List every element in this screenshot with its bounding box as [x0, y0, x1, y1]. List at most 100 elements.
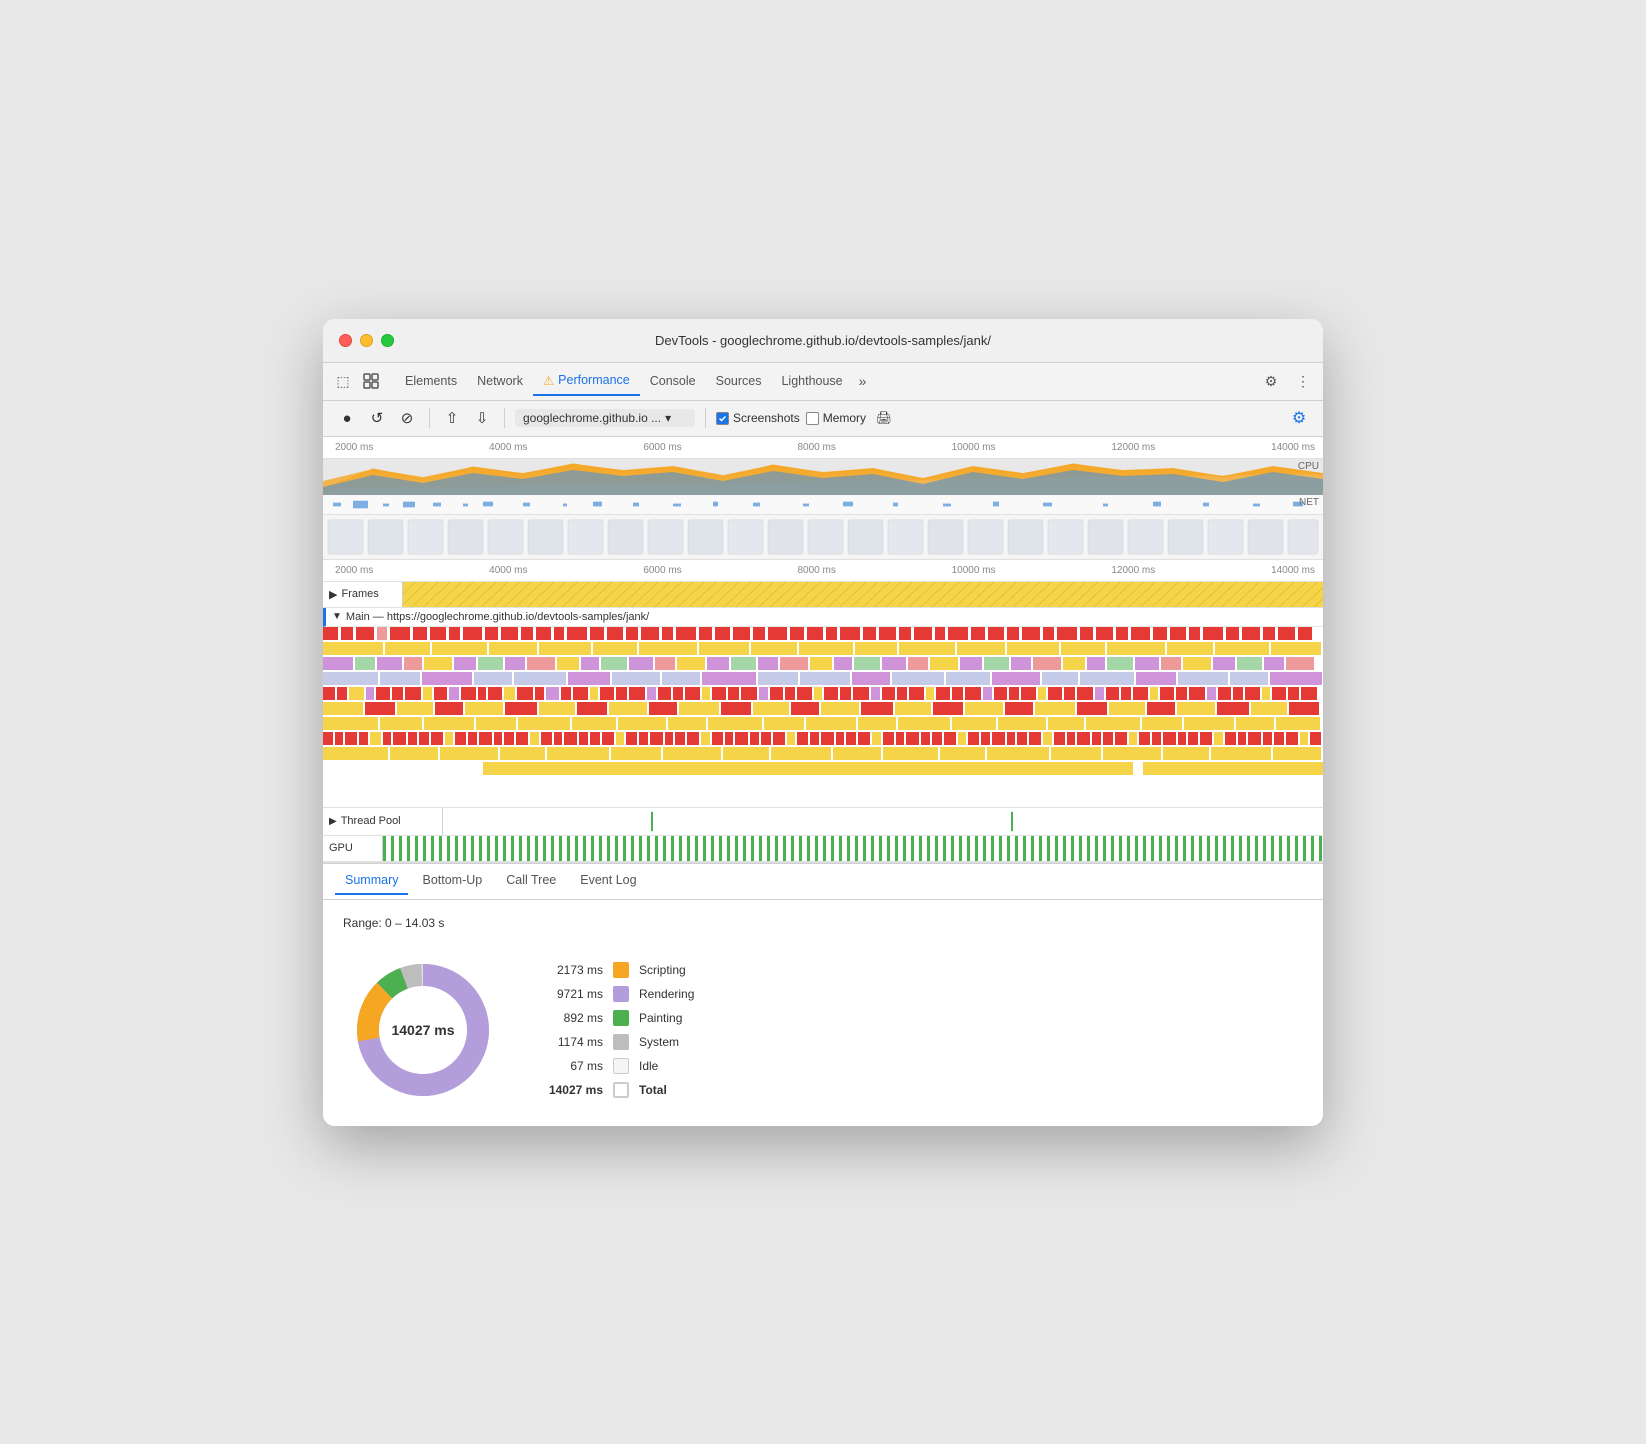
settings-icon[interactable]: ⚙ — [1259, 369, 1283, 393]
refresh-record-button[interactable]: ↺ — [365, 406, 389, 430]
total-label: Total — [639, 1083, 667, 1097]
legend: 2173 ms Scripting 9721 ms Rendering 892 … — [543, 962, 694, 1098]
gpu-row: GPU — [323, 836, 1323, 862]
tab-lighthouse[interactable]: Lighthouse — [771, 368, 852, 394]
range-display: Range: 0 – 14.03 s — [343, 916, 1303, 930]
flame-chart — [323, 627, 1323, 802]
titlebar: DevTools - googlechrome.github.io/devtoo… — [323, 319, 1323, 363]
upload-button[interactable]: ⇧ — [440, 406, 464, 430]
screenshots-area — [323, 515, 1323, 560]
scripting-swatch — [613, 962, 629, 978]
main-track: ▼ Main — https://googlechrome.github.io/… — [323, 608, 1323, 808]
devtools-window: DevTools - googlechrome.github.io/devtoo… — [323, 319, 1323, 1126]
cursor-tool-icon[interactable]: ⬚ — [331, 369, 355, 393]
performance-settings-icon[interactable]: ⚙ — [1287, 406, 1311, 430]
summary-content: Range: 0 – 14.03 s — [323, 900, 1323, 1126]
timeline-area: 2000 ms 4000 ms 6000 ms 8000 ms 10000 ms… — [323, 437, 1323, 863]
system-swatch — [613, 1034, 629, 1050]
legend-row-painting: 892 ms Painting — [543, 1010, 694, 1026]
legend-row-rendering: 9721 ms Rendering — [543, 986, 694, 1002]
bottom-panel: Summary Bottom-Up Call Tree Event Log Ra… — [323, 863, 1323, 1126]
cpu-label: CPU — [1298, 461, 1319, 472]
tab-call-tree[interactable]: Call Tree — [496, 867, 566, 895]
window-title: DevTools - googlechrome.github.io/devtoo… — [655, 333, 991, 348]
main-track-content — [323, 627, 1323, 807]
gpu-label: GPU — [323, 836, 383, 861]
painting-label: Painting — [639, 1011, 682, 1025]
idle-swatch — [613, 1058, 629, 1074]
main-expand-icon[interactable]: ▼ — [332, 611, 342, 622]
devtools-body: ⬚ Elements Network ⚠ Performance — [323, 363, 1323, 1126]
thread-pool-label: ▶ Thread Pool — [323, 808, 443, 835]
frames-label: ▶ Frames — [323, 582, 403, 607]
more-tabs-button[interactable]: » — [853, 369, 873, 393]
more-options-icon[interactable]: ⋮ — [1291, 369, 1315, 393]
tab-network[interactable]: Network — [467, 368, 533, 394]
screenshots-checkbox[interactable] — [716, 412, 729, 425]
frames-expand-icon[interactable]: ▶ — [329, 588, 337, 601]
tab-event-log[interactable]: Event Log — [570, 867, 646, 895]
warning-icon: ⚠ — [543, 373, 554, 388]
tab-sources[interactable]: Sources — [706, 368, 772, 394]
url-dropdown-icon[interactable]: ▾ — [665, 411, 671, 425]
net-area: NET — [323, 495, 1323, 515]
screenshots-chart — [323, 515, 1323, 559]
cpu-chart — [323, 459, 1323, 495]
tab-elements[interactable]: Elements — [395, 368, 467, 394]
rendering-label: Rendering — [639, 987, 694, 1001]
thread-pool-content — [443, 808, 1323, 835]
screenshots-toggle[interactable]: Screenshots — [716, 411, 800, 425]
gpu-content — [383, 836, 1323, 861]
url-display: googlechrome.github.io ... ▾ — [515, 409, 695, 427]
memory-checkbox[interactable] — [806, 412, 819, 425]
tab-console[interactable]: Console — [640, 368, 706, 394]
bottom-tabs: Summary Bottom-Up Call Tree Event Log — [323, 864, 1323, 900]
system-value: 1174 ms — [543, 1035, 603, 1049]
performance-toolbar: ● ↺ ⊘ ⇧ ⇩ googlechrome.github.io ... ▾ S… — [323, 401, 1323, 437]
inspect-icon[interactable] — [359, 369, 383, 393]
time-ruler-top: 2000 ms 4000 ms 6000 ms 8000 ms 10000 ms… — [323, 437, 1323, 459]
frames-row: ▶ Frames — [323, 582, 1323, 608]
frames-content — [403, 582, 1323, 607]
legend-row-system: 1174 ms System — [543, 1034, 694, 1050]
summary-main: 14027 ms 2173 ms Scripting 9721 ms Rende… — [343, 950, 1303, 1110]
scripting-label: Scripting — [639, 963, 686, 977]
memory-toggle[interactable]: Memory — [806, 411, 866, 425]
clear-recordings-icon[interactable]: 🖨 — [872, 406, 896, 430]
toolbar-separator-2 — [504, 408, 505, 428]
total-swatch — [613, 1082, 629, 1098]
minimize-button[interactable] — [360, 334, 373, 347]
time-ruler-bottom: 2000 ms 4000 ms 6000 ms 8000 ms 10000 ms… — [323, 560, 1323, 582]
net-chart — [323, 495, 1323, 514]
clear-button[interactable]: ⊘ — [395, 406, 419, 430]
idle-value: 67 ms — [543, 1059, 603, 1073]
download-button[interactable]: ⇩ — [470, 406, 494, 430]
maximize-button[interactable] — [381, 334, 394, 347]
tab-bottom-up[interactable]: Bottom-Up — [412, 867, 492, 895]
record-button[interactable]: ● — [335, 406, 359, 430]
time-ruler-labels: 2000 ms 4000 ms 6000 ms 8000 ms 10000 ms… — [327, 442, 1323, 453]
painting-value: 892 ms — [543, 1011, 603, 1025]
donut-chart: 14027 ms — [343, 950, 503, 1110]
rendering-value: 9721 ms — [543, 987, 603, 1001]
tab-bar-right: ⚙ ⋮ — [1259, 369, 1315, 393]
legend-row-scripting: 2173 ms Scripting — [543, 962, 694, 978]
donut-center-label: 14027 ms — [391, 1022, 454, 1038]
thread-pool-expand-icon[interactable]: ▶ — [329, 816, 337, 827]
legend-row-total: 14027 ms Total — [543, 1082, 694, 1098]
system-label: System — [639, 1035, 679, 1049]
toolbar-separator-1 — [429, 408, 430, 428]
tab-bar: ⬚ Elements Network ⚠ Performance — [323, 363, 1323, 401]
tab-performance[interactable]: ⚠ Performance — [533, 367, 640, 396]
legend-row-idle: 67 ms Idle — [543, 1058, 694, 1074]
idle-label: Idle — [639, 1059, 658, 1073]
total-value: 14027 ms — [543, 1083, 603, 1097]
scripting-value: 2173 ms — [543, 963, 603, 977]
close-button[interactable] — [339, 334, 352, 347]
toolbar-separator-3 — [705, 408, 706, 428]
thread-pool-row: ▶ Thread Pool — [323, 808, 1323, 836]
tab-summary[interactable]: Summary — [335, 867, 408, 895]
rendering-swatch — [613, 986, 629, 1002]
traffic-lights — [339, 334, 394, 347]
net-label: NET — [1299, 497, 1319, 508]
